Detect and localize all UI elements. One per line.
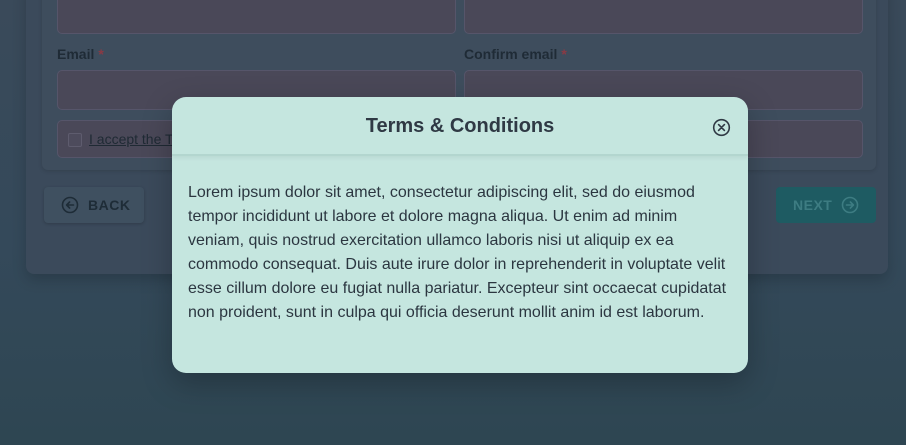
arrow-left-circle-icon	[61, 196, 79, 214]
modal-header: Terms & Conditions	[172, 97, 748, 156]
email-label-text: Email	[57, 46, 95, 62]
modal-body-text: Lorem ipsum dolor sit amet, consectetur …	[188, 184, 727, 321]
arrow-right-circle-icon	[841, 196, 859, 214]
next-button-label: NEXT	[793, 197, 833, 213]
back-button[interactable]: BACK	[44, 187, 144, 223]
required-marker: *	[98, 46, 104, 62]
confirm-email-label-text: Confirm email	[464, 46, 558, 62]
email-label: Email *	[57, 46, 104, 62]
modal-title: Terms & Conditions	[365, 115, 555, 137]
top-right-input[interactable]	[464, 0, 863, 34]
required-marker: *	[561, 46, 567, 62]
terms-modal: Terms & Conditions Lorem ipsum dolor sit…	[172, 97, 748, 373]
terms-link[interactable]: I accept the T	[89, 131, 174, 147]
top-left-input[interactable]	[57, 0, 456, 34]
back-button-label: BACK	[88, 197, 131, 213]
confirm-email-label: Confirm email *	[464, 46, 567, 62]
next-button[interactable]: NEXT	[776, 187, 876, 223]
close-circle-icon[interactable]	[712, 118, 731, 137]
terms-checkbox[interactable]	[68, 133, 82, 147]
